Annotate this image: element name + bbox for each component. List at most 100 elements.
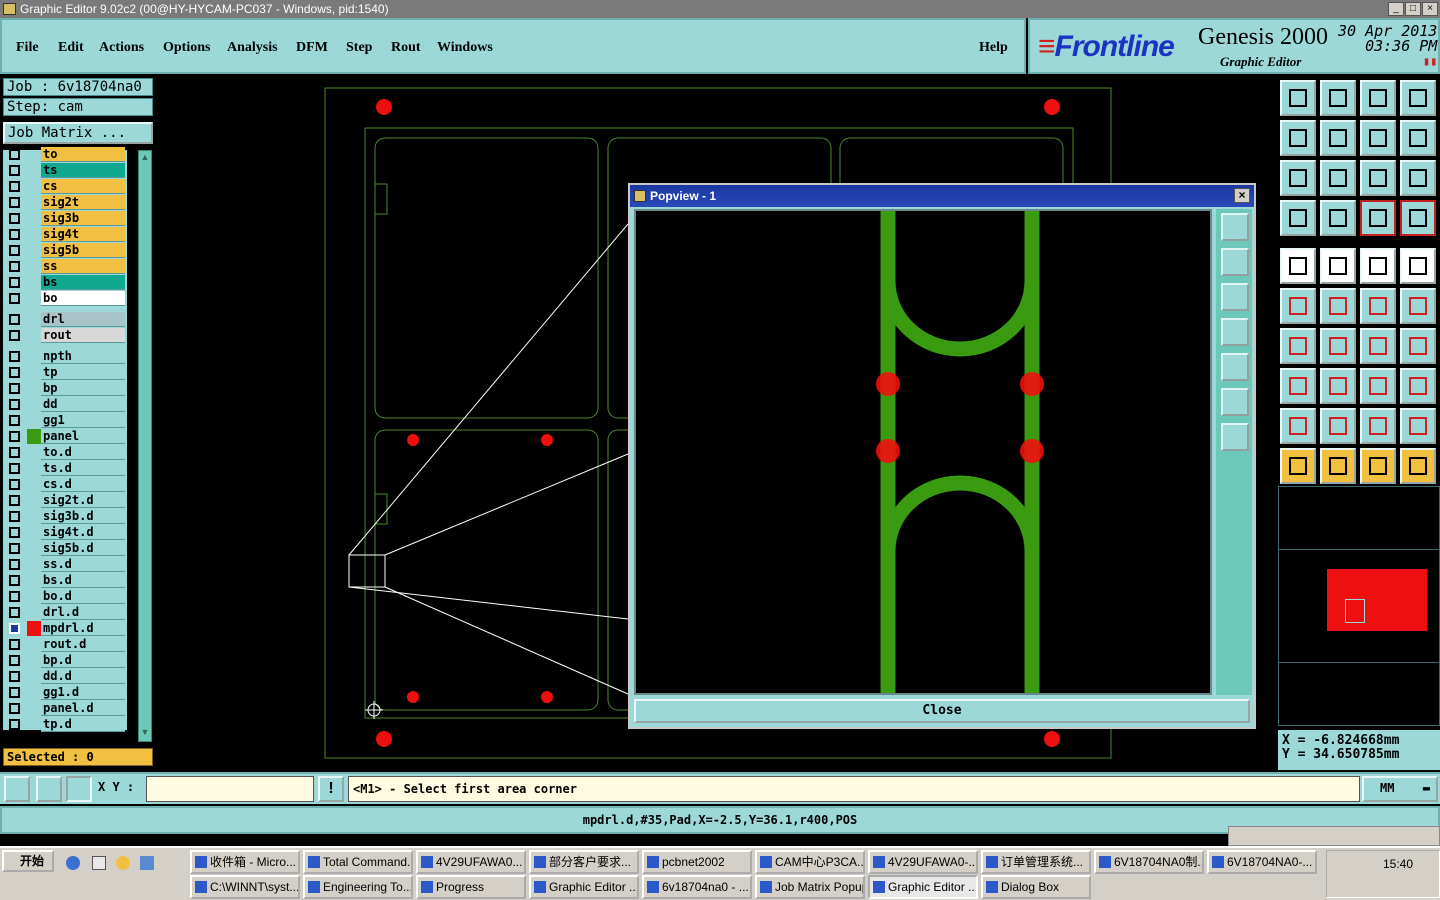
popview-canvas[interactable] xyxy=(634,209,1212,695)
layer-row[interactable]: tp.d xyxy=(3,716,127,732)
taskbar-item[interactable]: C:\WINNT\syst... xyxy=(190,875,300,899)
layer-checkbox[interactable] xyxy=(9,511,20,522)
layer-row[interactable]: gg1 xyxy=(3,412,127,428)
minimize-button[interactable]: _ xyxy=(1388,2,1404,16)
connect-icon[interactable] xyxy=(1360,200,1396,236)
node-icon[interactable] xyxy=(1280,288,1316,324)
taskbar-item[interactable]: 收件箱 - Micro... xyxy=(190,850,300,874)
layer-row[interactable]: mpdrl.d xyxy=(3,620,127,636)
layer-checkbox[interactable] xyxy=(9,575,20,586)
flip-icon[interactable] xyxy=(1400,328,1436,364)
menu-options[interactable]: Options xyxy=(163,40,210,56)
layer-checkbox[interactable] xyxy=(9,607,20,618)
layer-row[interactable]: rout xyxy=(3,327,127,343)
layer-checkbox[interactable] xyxy=(9,181,20,192)
zoom-in-icon[interactable] xyxy=(1221,388,1249,416)
taskbar-item[interactable]: 6V18704NA0-... xyxy=(1207,850,1317,874)
taskbar-item[interactable]: Progress xyxy=(416,875,526,899)
layer-row[interactable]: to.d xyxy=(3,444,127,460)
layer-checkbox[interactable] xyxy=(9,277,20,288)
triangle-icon[interactable] xyxy=(1280,408,1316,444)
layer-checkbox[interactable] xyxy=(9,351,20,362)
grid-icon[interactable] xyxy=(1320,200,1356,236)
layer-checkbox[interactable] xyxy=(9,687,20,698)
taskbar-item[interactable]: 部分客户要求... xyxy=(529,850,639,874)
layer-row[interactable]: npth xyxy=(3,348,127,364)
measure-icon[interactable] xyxy=(36,776,62,802)
dot-icon[interactable] xyxy=(1400,248,1436,284)
center-icon[interactable] xyxy=(1320,160,1356,196)
taskbar-item[interactable]: 6v18704na0 - ... xyxy=(642,875,752,899)
layer-checkbox[interactable] xyxy=(9,463,20,474)
arc-icon[interactable] xyxy=(1360,328,1396,364)
taskbar-item[interactable]: pcbnet2002 xyxy=(642,850,752,874)
pan-left-icon[interactable] xyxy=(1280,120,1316,156)
layer-row[interactable]: sig4t.d xyxy=(3,524,127,540)
a-shape-icon[interactable] xyxy=(1360,408,1396,444)
layer-row[interactable]: bs.d xyxy=(3,572,127,588)
layer-checkbox[interactable] xyxy=(9,213,20,224)
window-split-icon[interactable] xyxy=(1400,80,1436,116)
line-add-icon[interactable] xyxy=(1320,248,1356,284)
pan-right-icon[interactable] xyxy=(1320,120,1356,156)
layer-checkbox[interactable] xyxy=(9,623,20,634)
route-icon[interactable] xyxy=(1400,448,1436,484)
layer-row[interactable]: ts xyxy=(3,162,127,178)
layer-row[interactable]: ts.d xyxy=(3,460,127,476)
menu-help[interactable]: Help xyxy=(979,40,1008,56)
layer-row[interactable]: cs xyxy=(3,178,127,194)
layer-row[interactable]: tp xyxy=(3,364,127,380)
layer-checkbox[interactable] xyxy=(9,639,20,650)
layer-checkbox[interactable] xyxy=(9,149,20,160)
select-pointer-icon[interactable] xyxy=(1280,448,1316,484)
layer-row[interactable]: dd.d xyxy=(3,668,127,684)
layer-row[interactable]: sig2t.d xyxy=(3,492,127,508)
popview-close-button[interactable]: Close xyxy=(634,699,1250,723)
layer-row[interactable]: sig2t xyxy=(3,194,127,210)
menu-file[interactable]: File xyxy=(16,40,39,56)
layer-checkbox[interactable] xyxy=(9,330,20,341)
pan-down-icon[interactable] xyxy=(1221,283,1249,311)
grid-snap-icon[interactable] xyxy=(66,776,92,802)
menu-analysis[interactable]: Analysis xyxy=(227,40,278,56)
layer-row[interactable]: panel.d xyxy=(3,700,127,716)
layer-row[interactable]: sig5b.d xyxy=(3,540,127,556)
pan-up-icon[interactable] xyxy=(1280,80,1316,116)
start-button[interactable]: 开始 xyxy=(2,850,54,872)
a-shape-alt-icon[interactable] xyxy=(1400,408,1436,444)
layer-row[interactable]: sig5b xyxy=(3,242,127,258)
angle-icon[interactable] xyxy=(1280,328,1316,364)
layer-checkbox[interactable] xyxy=(9,165,20,176)
home-icon[interactable] xyxy=(1360,80,1396,116)
ruler-icon[interactable] xyxy=(1360,248,1396,284)
units-select[interactable]: MM ▬ xyxy=(1362,776,1438,802)
taskbar-item[interactable]: Engineering To... xyxy=(303,875,413,899)
layer-checkbox[interactable] xyxy=(9,447,20,458)
taskbar-item[interactable]: CAM中心P3CA... xyxy=(755,850,865,874)
menu-rout[interactable]: Rout xyxy=(391,40,421,56)
layer-checkbox[interactable] xyxy=(9,559,20,570)
layers-icon[interactable] xyxy=(1280,200,1316,236)
triangle-up-icon[interactable] xyxy=(1320,408,1356,444)
desktop-icon[interactable] xyxy=(92,856,106,870)
layer-checkbox[interactable] xyxy=(9,245,20,256)
layer-scrollbar[interactable]: ▲ ▼ xyxy=(138,150,152,742)
layer-checkbox[interactable] xyxy=(9,703,20,714)
close-window-button[interactable]: × xyxy=(1422,2,1438,16)
job-matrix-button[interactable]: Job Matrix ... xyxy=(3,122,153,144)
ie-icon[interactable] xyxy=(66,856,80,870)
layer-checkbox[interactable] xyxy=(9,399,20,410)
ratio-icon[interactable] xyxy=(1360,160,1396,196)
s-curve-icon[interactable] xyxy=(1400,120,1436,156)
taskbar-item[interactable]: 4V29UFAWA0... xyxy=(416,850,526,874)
arc-point-icon[interactable] xyxy=(1360,288,1396,324)
pan-down-icon[interactable] xyxy=(1320,80,1356,116)
clock-app-icon[interactable] xyxy=(116,856,130,870)
layer-row[interactable]: bs xyxy=(3,274,127,290)
taskbar-item[interactable]: Dialog Box xyxy=(981,875,1091,899)
layer-row[interactable]: dd xyxy=(3,396,127,412)
layer-row[interactable]: sig3b xyxy=(3,210,127,226)
connect-alt-icon[interactable] xyxy=(1400,200,1436,236)
layer-checkbox[interactable] xyxy=(9,197,20,208)
layer-checkbox[interactable] xyxy=(9,671,20,682)
